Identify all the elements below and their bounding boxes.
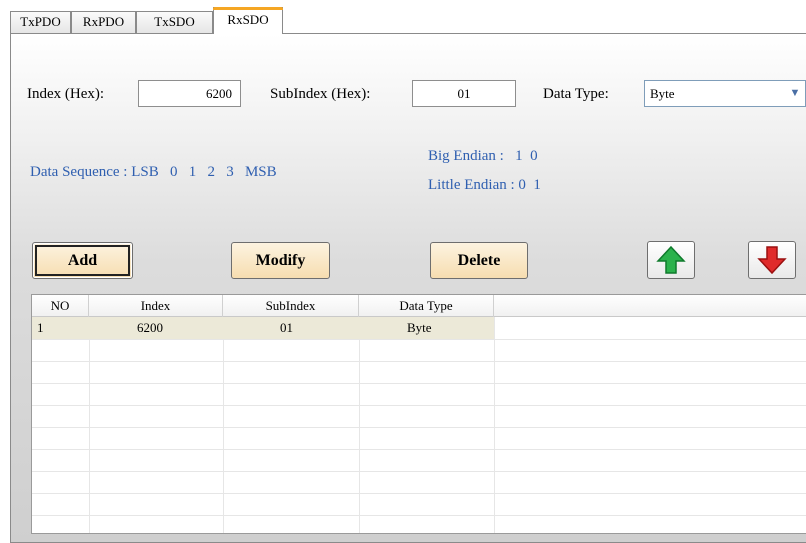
cell-subindex: 01 <box>280 320 293 335</box>
data-sequence-text: Data Sequence : LSB 0 1 2 3 MSB <box>30 164 277 180</box>
table-header: NO Index SubIndex Data Type <box>32 295 806 317</box>
subindex-input[interactable]: 01 <box>412 80 516 107</box>
little-endian-text: Little Endian : 0 1 <box>428 177 541 193</box>
tab-rxpdo[interactable]: RxPDO <box>71 11 136 33</box>
grid-line <box>89 317 90 533</box>
datatype-select[interactable]: Byte ▼ <box>644 80 806 107</box>
grid-line <box>32 515 806 516</box>
grid-line <box>223 317 224 533</box>
sdo-table[interactable]: NO Index SubIndex Data Type 1 6200 01 By… <box>31 294 806 534</box>
grid-line <box>494 317 495 533</box>
grid-line <box>32 361 806 362</box>
column-header-subindex[interactable]: SubIndex <box>223 295 359 317</box>
modify-button[interactable]: Modify <box>231 242 330 279</box>
tab-txpdo[interactable]: TxPDO <box>10 11 71 33</box>
grid-line <box>32 383 806 384</box>
grid-line <box>32 427 806 428</box>
cell-datatype: Byte <box>407 320 432 335</box>
grid-line <box>32 493 806 494</box>
move-down-button[interactable] <box>748 241 796 279</box>
index-input[interactable]: 6200 <box>138 80 241 107</box>
column-header-no[interactable]: NO <box>32 295 89 317</box>
column-header-datatype[interactable]: Data Type <box>359 295 494 317</box>
delete-button[interactable]: Delete <box>430 242 528 279</box>
subindex-label: SubIndex (Hex): <box>270 86 371 102</box>
move-up-button[interactable] <box>647 241 695 279</box>
cell-index: 6200 <box>137 320 163 335</box>
index-label: Index (Hex): <box>27 86 105 102</box>
datatype-value: Byte <box>650 86 675 101</box>
tab-rxsdo[interactable]: RxSDO <box>213 7 283 34</box>
chevron-down-icon[interactable]: ▼ <box>785 81 805 106</box>
big-endian-text: Big Endian : 1 0 <box>428 148 538 164</box>
grid-line <box>32 449 806 450</box>
grid-line <box>32 471 806 472</box>
tab-txsdo[interactable]: TxSDO <box>136 11 213 33</box>
cell-no: 1 <box>37 320 44 335</box>
grid-line <box>359 317 360 533</box>
grid-line <box>32 405 806 406</box>
datatype-label: Data Type: <box>543 86 609 102</box>
column-header-filler <box>494 295 806 317</box>
grid-line <box>32 339 806 340</box>
arrow-up-icon <box>656 245 686 274</box>
add-button[interactable]: Add <box>32 242 133 279</box>
arrow-down-icon <box>757 246 787 275</box>
column-header-index[interactable]: Index <box>89 295 223 317</box>
